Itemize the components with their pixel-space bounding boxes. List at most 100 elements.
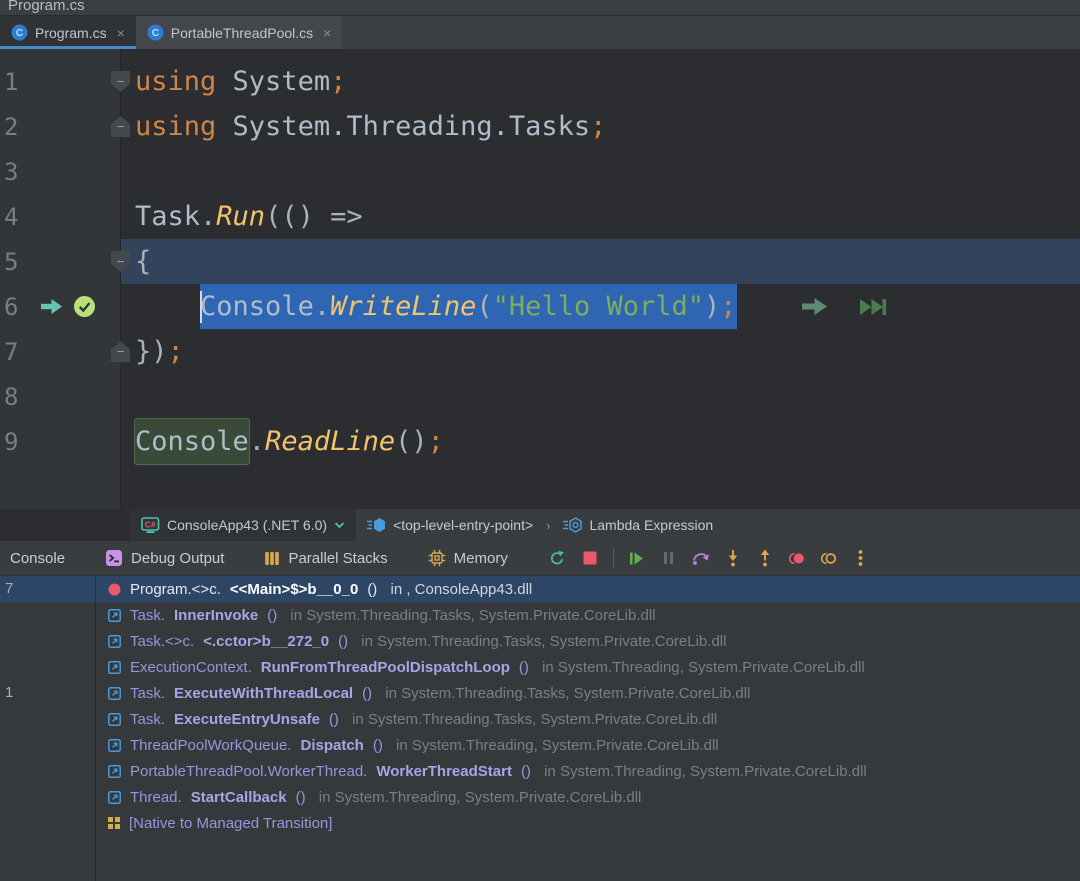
jump-to-statement-icon[interactable] bbox=[801, 297, 828, 316]
stack-frame-row[interactable]: ExecutionContext.RunFromThreadPoolDispat… bbox=[0, 654, 1080, 680]
pause-icon bbox=[662, 551, 675, 565]
stack-frame-row[interactable]: Task.<>c.<.cctor>b__272_0() in System.Th… bbox=[0, 628, 1080, 654]
parallel-stacks-icon bbox=[264, 550, 280, 567]
call-stack-panel[interactable]: Program.<>c.<<Main>$>b__0_0() in , Conso… bbox=[0, 576, 1080, 881]
stack-frame-row[interactable]: Task.ExecuteEntryUnsafe() in System.Thre… bbox=[0, 706, 1080, 732]
step-over-button[interactable] bbox=[687, 544, 715, 572]
editor-gutter[interactable]: 2 bbox=[0, 104, 120, 149]
frame-location: in System.Threading, System.Private.Core… bbox=[540, 763, 867, 780]
code-token: { bbox=[135, 239, 151, 284]
frames-list: Program.<>c.<<Main>$>b__0_0() in , Conso… bbox=[0, 576, 1080, 836]
line-number: 2 bbox=[0, 113, 30, 141]
tab-label: Memory bbox=[454, 550, 508, 567]
editor-gutter[interactable]: 4 bbox=[0, 194, 120, 239]
code-line-6[interactable]: 6 Console.WriteLine("Hello World"); bbox=[0, 284, 1080, 329]
code-token: }) bbox=[135, 329, 168, 374]
code-token: ; bbox=[590, 104, 606, 149]
frame-method-prefix: ThreadPoolWorkQueue. bbox=[130, 737, 291, 754]
close-icon[interactable]: × bbox=[323, 25, 331, 41]
frame-method-name: RunFromThreadPoolDispatchLoop bbox=[261, 659, 510, 676]
stack-frame-icon bbox=[108, 713, 121, 726]
editor-lines: 1using System; 2 using System.Threading.Ta… bbox=[0, 59, 1080, 464]
code-token: "Hello World" bbox=[493, 284, 704, 329]
code-line-4[interactable]: 4Task.Run(() => bbox=[0, 194, 1080, 239]
breadcrumb-entry-point[interactable]: <top-level-entry-point> bbox=[356, 509, 544, 541]
text-caret bbox=[200, 291, 202, 323]
tab-console[interactable]: Console bbox=[10, 550, 65, 567]
more-options-button[interactable] bbox=[847, 544, 875, 572]
mute-breakpoints-button[interactable] bbox=[815, 544, 843, 572]
stack-frame-row[interactable]: Task.ExecuteWithThreadLocal() in System.… bbox=[0, 680, 1080, 706]
code-text bbox=[120, 149, 135, 194]
code-line-8[interactable]: 8 bbox=[0, 374, 1080, 419]
lambda-method-icon bbox=[563, 517, 582, 533]
execution-pointer-icon[interactable] bbox=[40, 298, 63, 315]
frame-method-parens: () bbox=[362, 685, 372, 702]
frame-method-prefix: PortableThreadPool.WorkerThread. bbox=[130, 763, 367, 780]
stack-frame-row[interactable]: ThreadPoolWorkQueue.Dispatch() in System… bbox=[0, 732, 1080, 758]
close-icon[interactable]: × bbox=[117, 25, 125, 41]
chevron-down-icon[interactable] bbox=[334, 521, 345, 529]
stack-frame-row[interactable]: Program.<>c.<<Main>$>b__0_0() in , Conso… bbox=[0, 576, 1080, 602]
stack-frame-row[interactable]: [Native to Managed Transition] bbox=[0, 810, 1080, 836]
frame-method-prefix: Task. bbox=[130, 607, 165, 624]
breadcrumb-lambda[interactable]: Lambda Expression bbox=[552, 509, 724, 541]
native-transition-icon bbox=[108, 817, 120, 829]
code-line-9[interactable]: 9 Console.ReadLine(); bbox=[0, 419, 1080, 464]
code-line-1[interactable]: 1using System; bbox=[0, 59, 1080, 104]
code-text: Console.ReadLine(); bbox=[120, 419, 444, 464]
skip-to-statement-icon[interactable] bbox=[858, 297, 888, 317]
tab-program-cs[interactable]: C Program.cs × bbox=[0, 16, 136, 49]
code-text: using System; bbox=[120, 59, 346, 104]
run-config-label: ConsoleApp43 (.NET 6.0) bbox=[167, 517, 327, 533]
view-breakpoints-button[interactable] bbox=[783, 544, 811, 572]
run-config-selector[interactable]: C# ConsoleApp43 (.NET 6.0) bbox=[130, 509, 356, 541]
frame-method-name: <<Main>$>b__0_0 bbox=[230, 581, 358, 598]
code-token: ( bbox=[476, 284, 492, 329]
tab-debug-output[interactable]: Debug Output bbox=[105, 549, 224, 567]
line-number: 4 bbox=[0, 203, 30, 231]
editor-gutter[interactable]: 3 bbox=[0, 149, 120, 194]
stop-icon bbox=[583, 551, 597, 565]
line-number: 7 bbox=[0, 338, 30, 366]
frame-method-name: WorkerThreadStart bbox=[376, 763, 512, 780]
step-out-button[interactable] bbox=[751, 544, 779, 572]
code-token: using bbox=[135, 59, 233, 104]
frame-method-parens: () bbox=[373, 737, 383, 754]
editor-gutter[interactable]: 7 bbox=[0, 329, 120, 374]
editor-gutter[interactable]: 5 bbox=[0, 239, 120, 284]
frame-method-prefix: [Native to Managed Transition] bbox=[129, 815, 332, 832]
stack-frame-row[interactable]: PortableThreadPool.WorkerThread. WorkerTh… bbox=[0, 758, 1080, 784]
code-line-7[interactable]: 7}); bbox=[0, 329, 1080, 374]
resume-button[interactable] bbox=[623, 544, 651, 572]
code-editor[interactable]: 1using System; 2 using System.Threading.Ta… bbox=[0, 49, 1080, 509]
tab-portablethreadpool-cs[interactable]: C PortableThreadPool.cs × bbox=[136, 16, 343, 49]
tab-parallel-stacks[interactable]: Parallel Stacks bbox=[264, 550, 387, 567]
step-over-icon bbox=[692, 550, 710, 566]
line-number: 9 bbox=[0, 428, 30, 456]
code-token: Console bbox=[200, 284, 314, 329]
editor-gutter[interactable]: 9 bbox=[0, 419, 120, 464]
tab-memory[interactable]: Memory bbox=[428, 549, 508, 567]
rerun-button[interactable] bbox=[544, 544, 572, 572]
step-out-icon bbox=[759, 549, 771, 567]
editor-gutter[interactable]: 6 bbox=[0, 284, 120, 329]
stack-frame-row[interactable]: Thread.StartCallback() in System.Threadi… bbox=[0, 784, 1080, 810]
pause-button[interactable] bbox=[655, 544, 683, 572]
step-into-button[interactable] bbox=[719, 544, 747, 572]
code-line-2[interactable]: 2 using System.Threading.Tasks; bbox=[0, 104, 1080, 149]
code-text: using System.Threading.Tasks; bbox=[120, 104, 606, 149]
stack-frame-row[interactable]: Task.InnerInvoke() in System.Threading.T… bbox=[0, 602, 1080, 628]
editor-gutter[interactable]: 8 bbox=[0, 374, 120, 419]
entry-point-label: <top-level-entry-point> bbox=[393, 517, 533, 533]
stack-frame-icon bbox=[108, 635, 121, 648]
frame-method-parens: () bbox=[338, 633, 348, 650]
breakpoint-verified-icon[interactable] bbox=[73, 295, 96, 318]
svg-text:C#: C# bbox=[145, 519, 156, 529]
code-line-5[interactable]: 5{ bbox=[0, 239, 1080, 284]
editor-gutter[interactable]: 1 bbox=[0, 59, 120, 104]
code-token: () bbox=[395, 419, 428, 464]
code-line-3[interactable]: 3 bbox=[0, 149, 1080, 194]
frame-method-parens: () bbox=[267, 607, 277, 624]
stop-button[interactable] bbox=[576, 544, 604, 572]
